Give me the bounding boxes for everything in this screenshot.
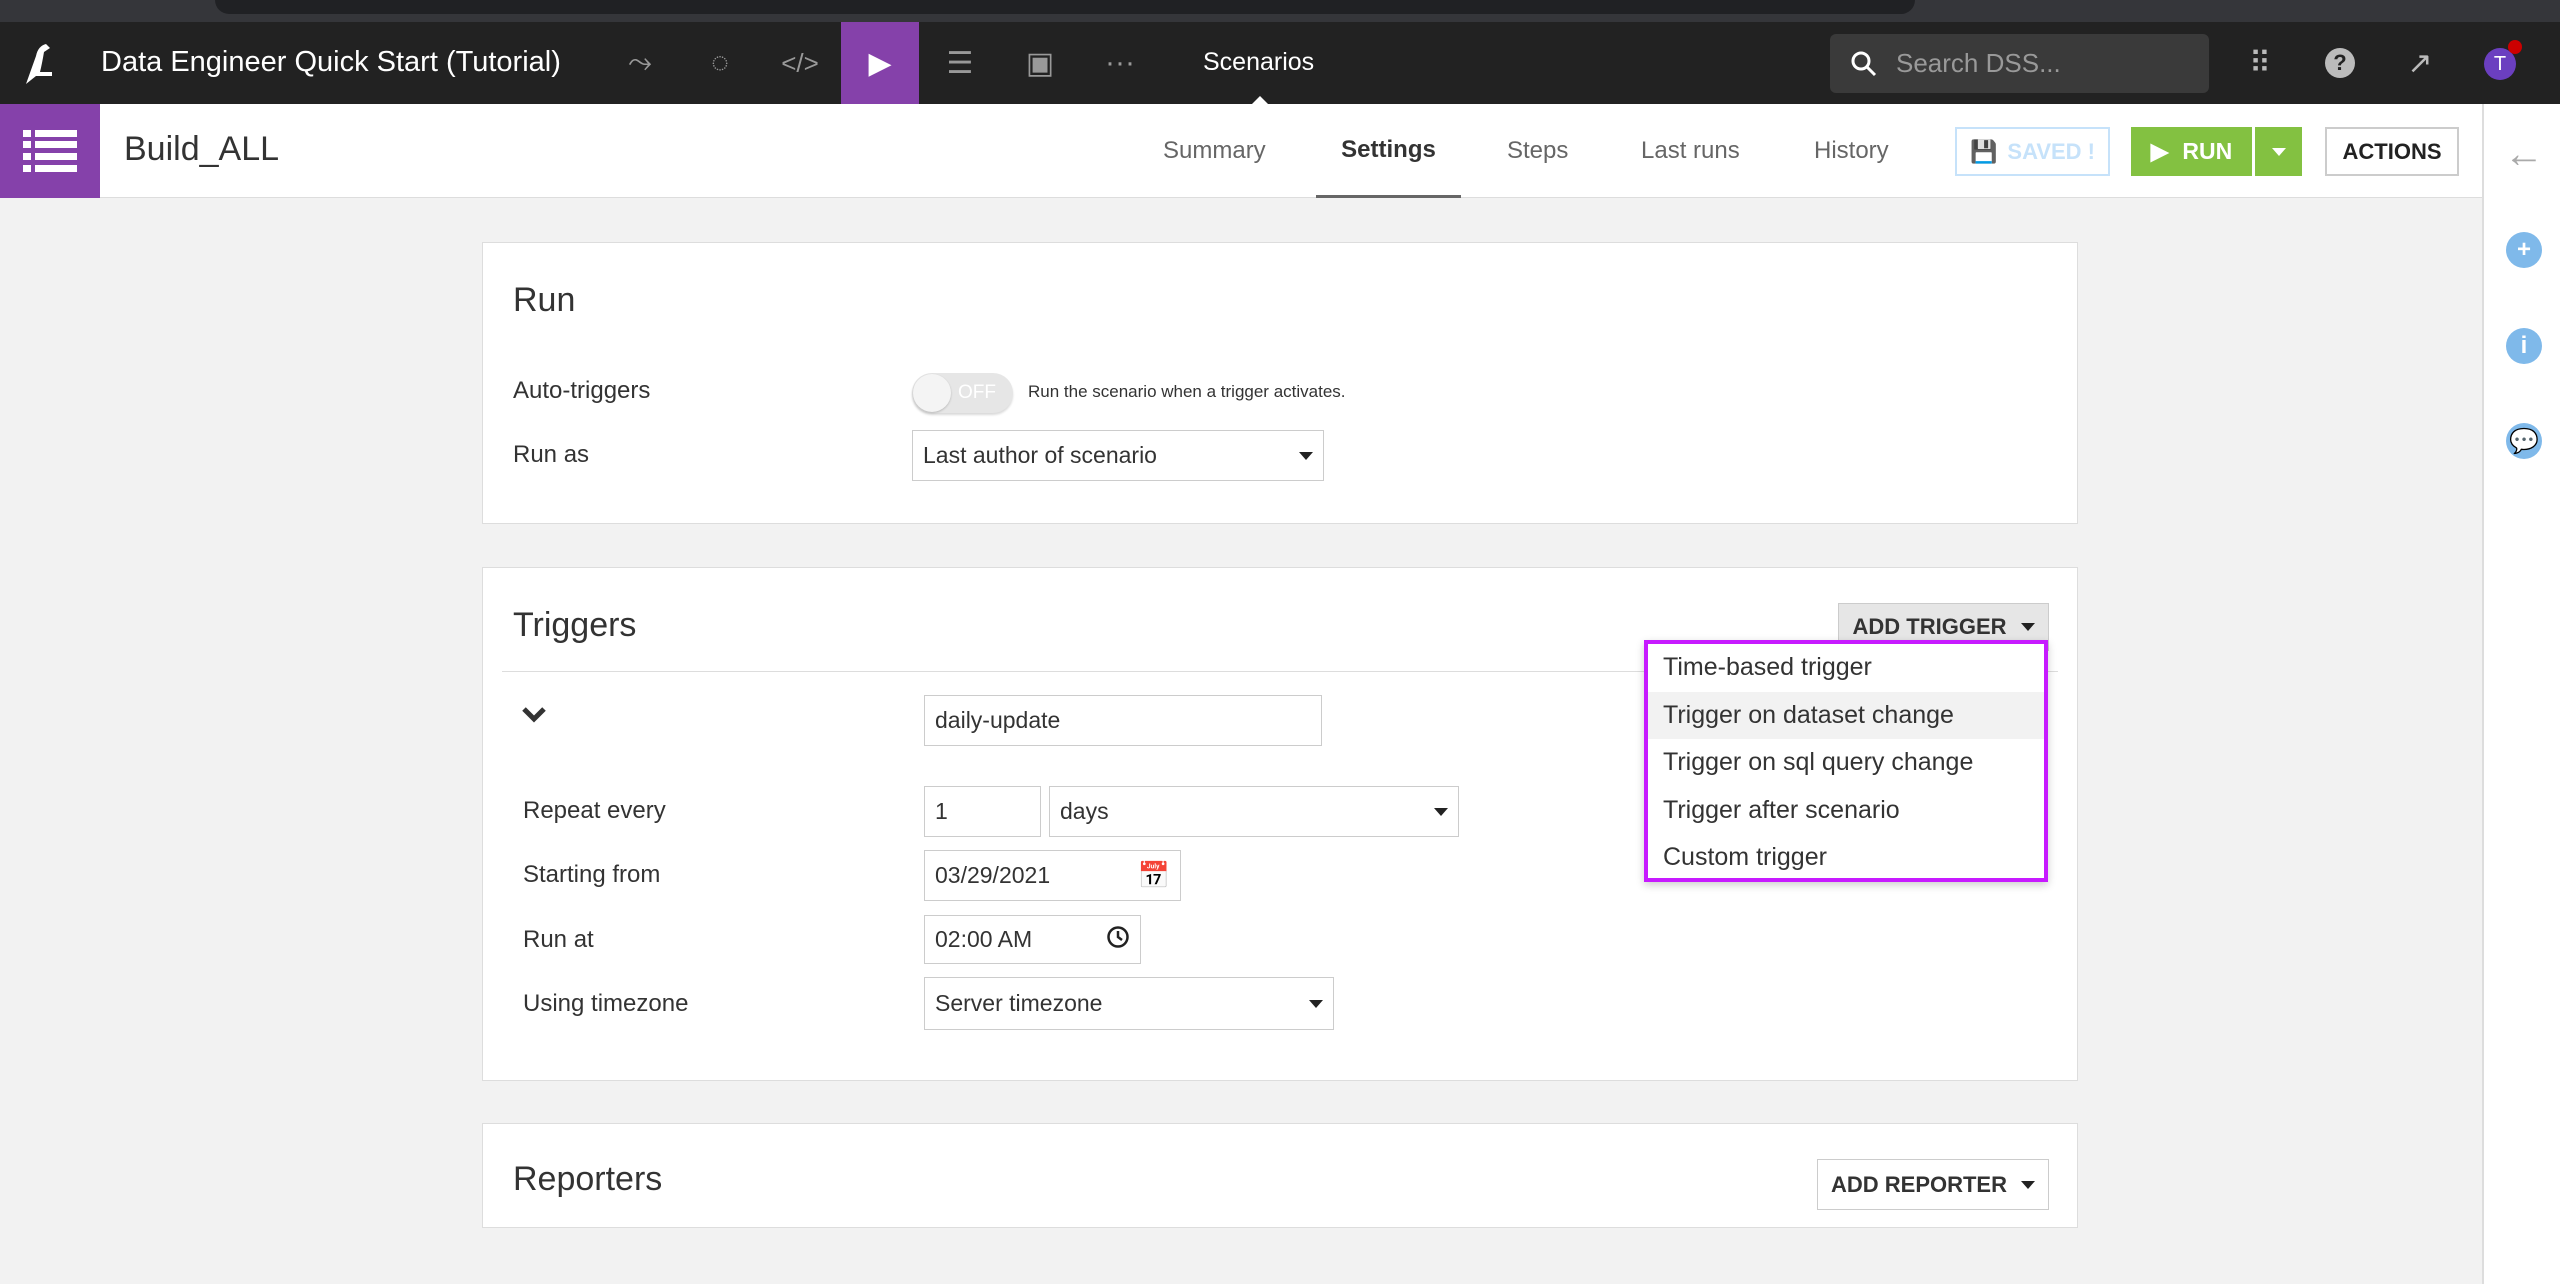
lab-icon[interactable]: ◌ bbox=[681, 22, 759, 104]
run-label: RUN bbox=[2182, 138, 2233, 164]
dashboard-icon[interactable]: ▣ bbox=[1001, 22, 1079, 104]
reporters-section-title: Reporters bbox=[513, 1160, 663, 1198]
saved-label: SAVED ! bbox=[2007, 138, 2095, 164]
add-trigger-label: ADD TRIGGER bbox=[1852, 614, 2007, 639]
repeat-unit-select[interactable]: days bbox=[1049, 786, 1459, 837]
top-navbar: Data Engineer Quick Start (Tutorial) ⤳ ◌… bbox=[0, 22, 2560, 104]
caret-down-icon bbox=[2020, 623, 2035, 631]
tab-history[interactable]: History bbox=[1814, 104, 1889, 198]
menu-item-time-based-trigger[interactable]: Time-based trigger bbox=[1648, 644, 2044, 692]
reporters-card: Reporters ADD REPORTER bbox=[482, 1123, 2078, 1228]
scenario-title: Build_ALL bbox=[124, 130, 280, 168]
browser-chrome bbox=[0, 0, 2560, 22]
activity-trend-icon[interactable]: ↗ bbox=[2390, 22, 2450, 104]
tab-settings[interactable]: Settings bbox=[1316, 104, 1461, 198]
datasets-icon[interactable]: ☰ bbox=[921, 22, 999, 104]
add-reporter-label: ADD REPORTER bbox=[1830, 1171, 2007, 1197]
timezone-label: Using timezone bbox=[523, 990, 689, 1017]
search-icon bbox=[1851, 51, 1877, 76]
run-section-title: Run bbox=[513, 281, 576, 319]
current-section-label[interactable]: Scenarios bbox=[1203, 48, 1314, 77]
starting-from-value: 03/29/2021 bbox=[935, 862, 1051, 888]
code-icon[interactable]: </> bbox=[761, 22, 839, 104]
timezone-select[interactable]: Server timezone bbox=[924, 977, 1334, 1030]
saved-button[interactable]: 💾 SAVED ! bbox=[1955, 127, 2110, 176]
timezone-value: Server timezone bbox=[935, 990, 1103, 1016]
menu-item-custom-trigger[interactable]: Custom trigger bbox=[1648, 834, 2044, 882]
caret-down-icon bbox=[2021, 1180, 2035, 1189]
caret-down-icon bbox=[1434, 807, 1448, 816]
caret-down-icon bbox=[2271, 147, 2286, 156]
collapse-chevron-icon[interactable] bbox=[521, 706, 547, 729]
run-as-select[interactable]: Last author of scenario bbox=[912, 430, 1324, 481]
scenario-header: Build_ALL Summary Settings Steps Last ru… bbox=[0, 104, 2482, 198]
toggle-knob bbox=[913, 374, 951, 412]
trigger-name-value: daily-update bbox=[935, 707, 1061, 733]
tab-steps[interactable]: Steps bbox=[1507, 104, 1568, 198]
run-at-value: 02:00 AM bbox=[935, 926, 1033, 952]
info-icon[interactable]: i bbox=[2506, 328, 2542, 364]
scenario-list-icon[interactable] bbox=[0, 104, 100, 198]
auto-triggers-help: Run the scenario when a trigger activate… bbox=[1028, 382, 1346, 401]
trigger-name-input[interactable]: daily-update bbox=[924, 695, 1322, 746]
menu-item-trigger-after-scenario[interactable]: Trigger after scenario bbox=[1648, 787, 2044, 835]
search-input[interactable]: Search DSS... bbox=[1830, 34, 2209, 93]
discussion-icon[interactable]: 💬 bbox=[2506, 423, 2542, 459]
menu-item-trigger-on-sql-query-change[interactable]: Trigger on sql query change bbox=[1648, 739, 2044, 787]
run-as-label: Run as bbox=[513, 441, 590, 468]
save-icon: 💾 bbox=[1969, 138, 1998, 164]
browser-tab-strip bbox=[215, 0, 1915, 14]
search-placeholder: Search DSS... bbox=[1896, 48, 2061, 78]
repeat-every-label: Repeat every bbox=[523, 797, 666, 824]
section-indicator bbox=[1252, 96, 1268, 104]
repeat-unit-value: days bbox=[1060, 798, 1109, 824]
run-at-label: Run at bbox=[523, 926, 594, 953]
add-trigger-menu: Time-based trigger Trigger on dataset ch… bbox=[1644, 640, 2048, 882]
tab-last-runs[interactable]: Last runs bbox=[1641, 104, 1740, 198]
play-icon: ▶ bbox=[2150, 138, 2169, 164]
clock-icon[interactable] bbox=[1106, 925, 1130, 955]
right-sidebar: ← + i 💬 bbox=[2482, 104, 2560, 1284]
caret-down-icon bbox=[1299, 451, 1313, 460]
add-icon[interactable]: + bbox=[2506, 232, 2542, 268]
run-button[interactable]: ▶ RUN bbox=[2131, 127, 2252, 176]
auto-triggers-toggle[interactable]: OFF bbox=[912, 373, 1013, 413]
back-arrow-icon[interactable]: ← bbox=[2504, 132, 2544, 177]
auto-triggers-label: Auto-triggers bbox=[513, 377, 651, 404]
run-as-value: Last author of scenario bbox=[923, 442, 1157, 468]
tab-summary[interactable]: Summary bbox=[1163, 104, 1266, 198]
scenarios-icon[interactable]: ▶ bbox=[841, 22, 919, 104]
actions-button[interactable]: ACTIONS bbox=[2325, 127, 2459, 176]
repeat-value: 1 bbox=[935, 798, 948, 824]
run-settings-card: Run Auto-triggers OFF Run the scenario w… bbox=[482, 242, 2078, 524]
add-reporter-button[interactable]: ADD REPORTER bbox=[1817, 1159, 2049, 1210]
starting-from-date-input[interactable]: 03/29/2021 📅 bbox=[924, 850, 1181, 901]
apps-grid-icon[interactable]: ⠿ bbox=[2230, 22, 2290, 104]
calendar-icon[interactable]: 📅 bbox=[1138, 860, 1170, 891]
dss-logo-icon[interactable] bbox=[22, 42, 60, 89]
toggle-state: OFF bbox=[958, 382, 996, 403]
help-icon[interactable]: ? bbox=[2310, 22, 2370, 104]
triggers-section-title: Triggers bbox=[513, 606, 637, 644]
caret-down-icon bbox=[1309, 999, 1323, 1008]
repeat-value-input[interactable]: 1 bbox=[924, 786, 1041, 837]
more-icon[interactable]: ··· bbox=[1081, 22, 1159, 104]
notification-badge bbox=[2508, 40, 2522, 54]
menu-item-trigger-on-dataset-change[interactable]: Trigger on dataset change bbox=[1648, 691, 2044, 739]
flow-icon[interactable]: ⤳ bbox=[601, 22, 679, 104]
run-options-button[interactable] bbox=[2255, 127, 2302, 176]
run-at-time-input[interactable]: 02:00 AM bbox=[924, 915, 1141, 964]
project-title[interactable]: Data Engineer Quick Start (Tutorial) bbox=[101, 46, 561, 79]
starting-from-label: Starting from bbox=[523, 861, 661, 888]
